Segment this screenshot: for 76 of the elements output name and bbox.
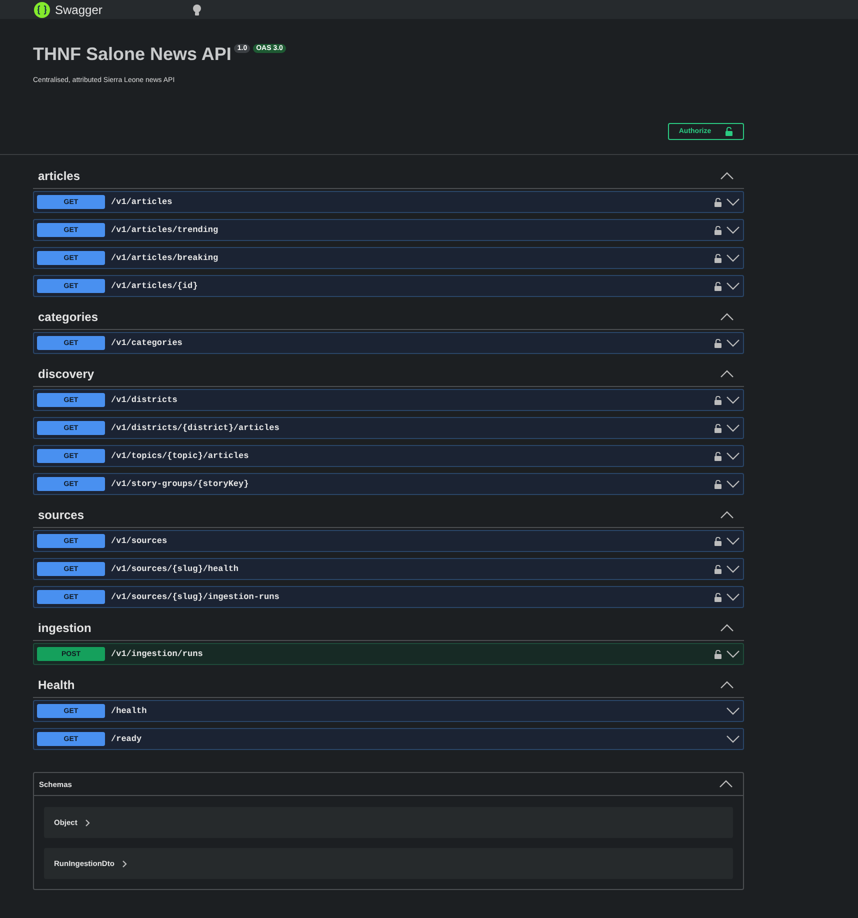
section-header[interactable]: articles: [33, 164, 744, 189]
unlocked-padlock-icon: [714, 198, 722, 206]
chevron-down-icon: [726, 226, 740, 234]
chevron-right-icon: [85, 818, 90, 826]
chevron-down-icon: [726, 565, 740, 573]
chevron-down-icon: [726, 254, 740, 262]
chevron-down-icon: [726, 707, 740, 715]
endpoint-path: /v1/story-groups/{storyKey}: [111, 479, 250, 489]
endpoint-path: /health: [111, 706, 148, 716]
unlocked-padlock-icon: [714, 592, 722, 602]
chevron-down-icon: [726, 424, 740, 432]
endpoint-path: /v1/topics/{topic}/articles: [111, 451, 250, 461]
endpoint-path: /v1/districts: [111, 395, 178, 405]
lightbulb-icon[interactable]: [192, 4, 202, 16]
chevron-down-icon: [726, 735, 740, 743]
chevron-up-icon: [720, 681, 734, 689]
chevron-down-icon: [726, 282, 740, 290]
endpoint-path: /v1/articles: [111, 197, 174, 207]
collapse-toggle[interactable]: [719, 779, 733, 789]
collapse-toggle[interactable]: [720, 312, 734, 322]
endpoint-path: /v1/articles/breaking: [111, 253, 220, 263]
endpoint-path: /v1/sources: [111, 536, 168, 546]
endpoint-path: /v1/sources/{slug}/health: [111, 564, 240, 574]
chevron-down-icon: [726, 198, 740, 206]
collapse-toggle[interactable]: [720, 510, 734, 520]
unlocked-padlock-icon: [714, 226, 722, 234]
unlocked-padlock-icon: [714, 282, 722, 290]
chevron-up-icon: [720, 370, 734, 378]
chevron-up-icon: [719, 780, 733, 788]
section-title: ingestion: [38, 621, 92, 635]
endpoint-path: /v1/districts/{district}/articles: [111, 423, 280, 433]
section-title: Health: [38, 678, 75, 692]
section-title: sources: [38, 508, 84, 522]
endpoint-path: /v1/articles/trending: [111, 225, 220, 235]
logo-icon: [34, 2, 50, 18]
chevron-up-icon: [720, 624, 734, 632]
unlocked-padlock-icon: [714, 452, 722, 460]
unlocked-padlock-icon: [714, 480, 722, 488]
chevron-down-icon: [726, 650, 740, 658]
unlocked-padlock-icon: [714, 564, 722, 574]
endpoint-path: /v1/sources/{slug}/ingestion-runs: [111, 592, 280, 602]
unlocked-padlock-icon: [714, 536, 722, 546]
collapse-toggle[interactable]: [720, 369, 734, 379]
logo-text: Swagger: [55, 2, 102, 16]
unlocked-padlock-icon: [714, 338, 722, 348]
collapse-toggle[interactable]: [720, 623, 734, 633]
endpoint-path: /ready: [111, 734, 143, 744]
section-header[interactable]: discovery: [33, 362, 744, 387]
chevron-up-icon: [720, 172, 734, 180]
chevron-up-icon: [720, 511, 734, 519]
chevron-down-icon: [726, 396, 740, 404]
collapse-toggle[interactable]: [720, 680, 734, 690]
section-header[interactable]: categories: [33, 305, 744, 330]
section-header[interactable]: Health: [33, 673, 744, 698]
chevron-down-icon: [726, 480, 740, 488]
unlocked-padlock-icon: [714, 424, 722, 432]
chevron-up-icon: [720, 313, 734, 321]
chevron-down-icon: [726, 593, 740, 601]
chevron-down-icon: [726, 537, 740, 545]
unlocked-padlock-icon: [725, 127, 734, 136]
unlocked-padlock-icon: [714, 650, 722, 658]
section-title: categories: [38, 310, 98, 324]
section-title: articles: [38, 169, 80, 183]
chevron-right-icon: [122, 860, 128, 868]
section-header[interactable]: sources: [33, 503, 744, 528]
section-title: discovery: [38, 367, 94, 381]
api-title: THNF Salone News API: [33, 43, 232, 65]
section-header[interactable]: ingestion: [33, 616, 744, 641]
chevron-down-icon: [726, 452, 740, 460]
collapse-toggle[interactable]: [720, 171, 734, 181]
endpoint-path: /v1/ingestion/runs: [111, 649, 204, 659]
unlocked-padlock-icon: [714, 254, 722, 262]
endpoint-path: /v1/categories: [111, 338, 184, 348]
endpoint-path: /v1/articles/{id}: [111, 281, 199, 291]
chevron-down-icon: [726, 339, 740, 347]
unlocked-padlock-icon: [714, 396, 722, 404]
